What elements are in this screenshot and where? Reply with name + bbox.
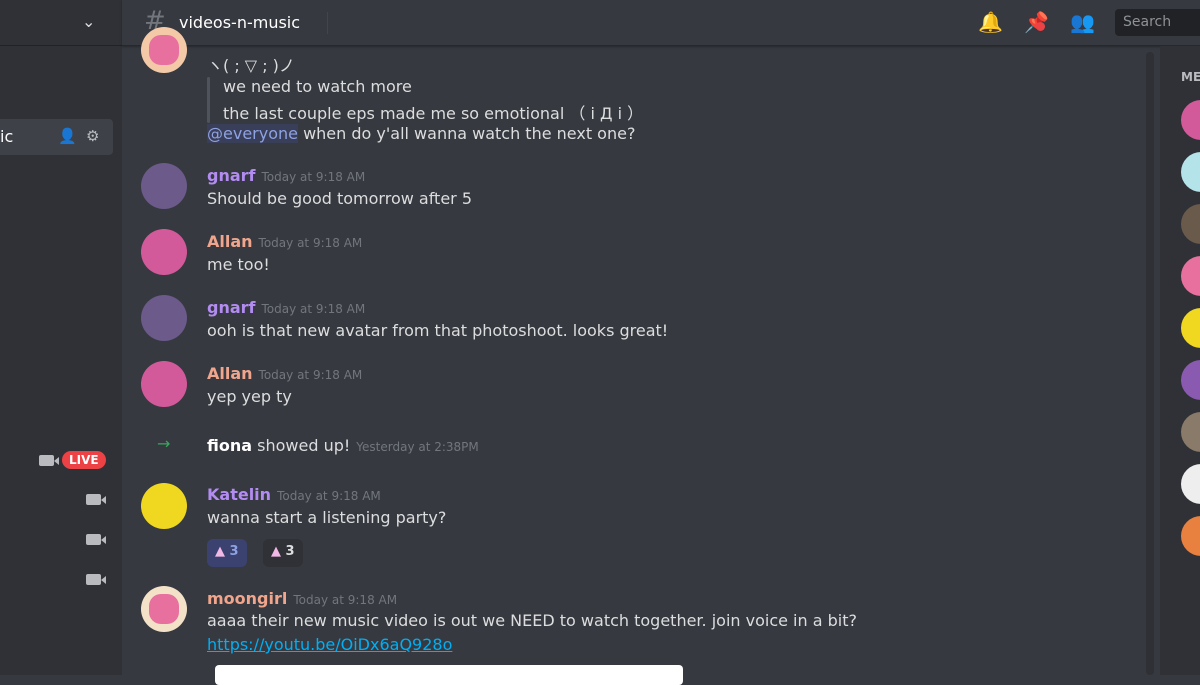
- video-icon: [86, 574, 106, 585]
- gear-icon[interactable]: ⚙: [86, 127, 99, 145]
- timestamp: Today at 9:18 AM: [293, 593, 398, 607]
- video-embed[interactable]: [215, 665, 683, 685]
- reaction-count: 3: [285, 544, 295, 559]
- invite-icon[interactable]: 👤: [58, 127, 77, 145]
- member-avatar[interactable]: [1181, 464, 1200, 504]
- message-text: the last couple eps made me so emotional…: [223, 104, 644, 123]
- timestamp: Today at 9:18 AM: [261, 170, 366, 184]
- username[interactable]: moongirl: [207, 589, 287, 608]
- reaction-button[interactable]: ▲ 3: [207, 539, 247, 567]
- username[interactable]: Allan: [207, 364, 253, 383]
- timestamp: Today at 9:18 AM: [277, 489, 381, 503]
- channel-header: # videos-n-music 🔔 📌 👥 Search: [122, 0, 1200, 46]
- username[interactable]: fiona: [207, 436, 252, 455]
- avatar[interactable]: [141, 361, 187, 407]
- member-avatar[interactable]: [1181, 412, 1200, 452]
- mention[interactable]: @everyone: [207, 124, 298, 143]
- reaction-count: 3: [229, 544, 239, 559]
- member-avatar[interactable]: [1181, 256, 1200, 296]
- message-link[interactable]: https://youtu.be/OiDx6aQ928o: [207, 635, 452, 654]
- message-text: when do y'all wanna watch the next one?: [303, 124, 636, 143]
- selected-channel[interactable]: ic 👤 ⚙: [0, 119, 113, 155]
- avatar[interactable]: [141, 483, 187, 529]
- timestamp: Yesterday at 2:38PM: [356, 440, 479, 454]
- member-avatar[interactable]: [1181, 152, 1200, 192]
- members-icon[interactable]: 👥: [1070, 10, 1095, 34]
- live-badge: LIVE: [62, 451, 106, 469]
- bell-icon[interactable]: 🔔: [978, 10, 1003, 34]
- avatar[interactable]: [141, 229, 187, 275]
- message-text: ヽ( ; ▽ ; )ノ: [207, 56, 295, 75]
- avatar[interactable]: [141, 586, 187, 632]
- chevron-down-icon[interactable]: ⌄: [82, 12, 95, 31]
- divider: [327, 12, 328, 34]
- message-text: aaaa their new music video is out we NEE…: [207, 611, 857, 630]
- member-avatar[interactable]: [1181, 204, 1200, 244]
- scrollbar[interactable]: [1146, 52, 1154, 675]
- reaction-button[interactable]: ▲ 3: [263, 539, 303, 567]
- member-avatar[interactable]: [1181, 516, 1200, 556]
- blockquote-bar: [207, 77, 210, 123]
- members-title: ME: [1181, 70, 1200, 84]
- message-text: yep yep ty: [207, 387, 292, 406]
- timestamp: Today at 9:18 AM: [258, 368, 363, 382]
- member-list: ME: [1160, 46, 1200, 675]
- avatar[interactable]: [141, 163, 187, 209]
- timestamp: Today at 9:18 AM: [261, 302, 366, 316]
- message-text: ooh is that new avatar from that photosh…: [207, 321, 669, 340]
- cat-emoji-icon: ▲: [215, 544, 225, 559]
- channel-title: videos-n-music: [179, 13, 301, 32]
- member-avatar[interactable]: [1181, 100, 1200, 140]
- video-icon: [86, 494, 106, 505]
- timestamp: Today at 9:18 AM: [258, 236, 363, 250]
- message-text: me too!: [207, 255, 270, 274]
- video-icon: [39, 455, 59, 466]
- username[interactable]: Allan: [207, 232, 253, 251]
- username[interactable]: gnarf: [207, 166, 256, 185]
- message-text: Should be good tomorrow after 5: [207, 189, 473, 208]
- member-avatar[interactable]: [1181, 360, 1200, 400]
- username[interactable]: gnarf: [207, 298, 256, 317]
- server-header[interactable]: ⌄: [0, 0, 122, 46]
- search-input[interactable]: Search: [1115, 9, 1200, 36]
- message-text: wanna start a listening party?: [207, 508, 447, 527]
- cat-emoji-icon: ▲: [271, 544, 281, 559]
- pin-icon[interactable]: 📌: [1024, 10, 1049, 34]
- channel-sidebar: ⌄ ic 👤 ⚙ LIVE: [0, 0, 122, 675]
- member-avatar[interactable]: [1181, 308, 1200, 348]
- message-text: showed up!: [257, 436, 351, 455]
- video-icon: [86, 534, 106, 545]
- username[interactable]: Katelin: [207, 485, 271, 504]
- avatar[interactable]: [141, 295, 187, 341]
- channel-label: ic: [0, 127, 14, 146]
- join-arrow-icon: →: [157, 434, 171, 453]
- message-text: we need to watch more: [223, 77, 412, 96]
- avatar[interactable]: [141, 27, 187, 73]
